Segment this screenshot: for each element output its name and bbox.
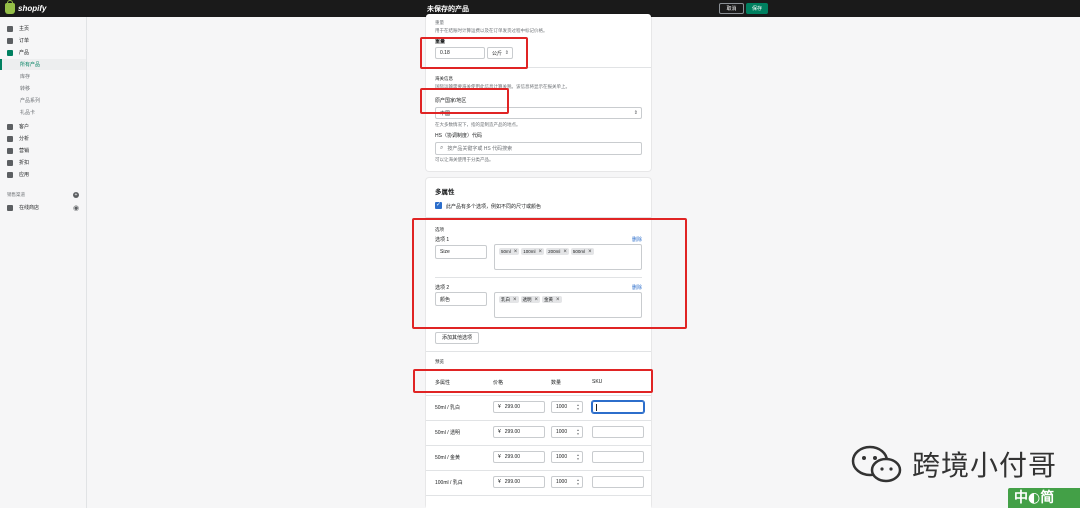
quantity-stepper[interactable]: 1000 ▴ ▾ — [551, 426, 583, 438]
apps-icon — [7, 171, 13, 178]
highlight-box — [420, 88, 509, 114]
table-row: 50ml / 乳白 ¥299.00 1000 ▴ ▾ — [426, 395, 651, 420]
shopify-bag-icon — [5, 0, 15, 14]
variants-heading: 多属性 — [435, 189, 455, 196]
table-row: 50ml / 金黄 ¥299.00 1000 ▴ ▾ — [426, 445, 651, 470]
sidebar-item-products[interactable]: 产品 — [0, 47, 86, 58]
select-arrow-icon: ⇕ — [633, 110, 638, 116]
sku-input[interactable] — [592, 426, 644, 438]
sidebar-item-discounts[interactable]: 折扣 — [0, 157, 86, 168]
hs-help: 可以让海关使用于分类产品。 — [435, 157, 494, 162]
sidebar-item-customers[interactable]: 客户 — [0, 121, 86, 132]
watermark: 跨境小付哥 — [848, 444, 1057, 484]
sidebar: 主页 订单 产品 所有产品 库存 转移 产品系列 礼品卡 客户 分析 营销 折扣… — [0, 17, 87, 508]
search-icon: ⌕ — [440, 145, 444, 151]
watermark-text: 跨境小付哥 — [912, 449, 1058, 482]
customer-icon — [7, 123, 13, 130]
weight-heading: 重量 — [435, 20, 444, 25]
stepper-arrows-icon[interactable]: ▴ ▾ — [575, 453, 581, 461]
eye-icon[interactable]: ◉ — [73, 204, 79, 212]
discard-button[interactable]: 取消 — [719, 3, 744, 14]
sidebar-item-marketing[interactable]: 营销 — [0, 145, 86, 156]
price-input[interactable]: ¥299.00 — [493, 451, 545, 463]
multi-options-checkbox[interactable]: ✓ — [435, 202, 442, 209]
price-input[interactable]: ¥299.00 — [493, 476, 545, 488]
add-channel-icon[interactable]: + — [73, 192, 79, 198]
stepper-arrows-icon[interactable]: ▴ ▾ — [575, 428, 581, 436]
brand-name: shopify — [18, 4, 47, 13]
sku-input[interactable] — [592, 451, 644, 463]
quantity-stepper[interactable]: 1000 ▴ ▾ — [551, 401, 583, 413]
sidebar-item-transfers[interactable]: 转移 — [0, 83, 86, 94]
text-cursor — [596, 404, 597, 411]
hs-search-input[interactable]: ⌕ 按产品关键字或 HS 代码搜索 — [435, 142, 642, 155]
customs-heading: 海关信息 — [435, 76, 453, 81]
quantity-stepper[interactable]: 1000 ▴ ▾ — [551, 476, 583, 488]
price-input[interactable]: ¥299.00 — [493, 426, 545, 438]
sidebar-item-all-products[interactable]: 所有产品 — [0, 59, 86, 70]
orders-icon — [7, 37, 13, 44]
sales-channels-heading: 销售渠道 — [7, 192, 25, 197]
sku-input[interactable] — [592, 401, 644, 413]
sidebar-item-collections[interactable]: 产品系列 — [0, 95, 86, 106]
save-button[interactable]: 保存 — [746, 3, 768, 14]
sidebar-item-orders[interactable]: 订单 — [0, 35, 86, 46]
hs-label: HS（协调制度）代码 — [435, 133, 482, 139]
highlight-box — [420, 37, 528, 69]
price-input[interactable]: ¥299.00 — [493, 401, 545, 413]
highlight-box — [412, 218, 687, 329]
discount-icon — [7, 159, 13, 166]
sidebar-item-analytics[interactable]: 分析 — [0, 133, 86, 144]
sku-input[interactable] — [592, 476, 644, 488]
stepper-arrows-icon[interactable]: ▴ ▾ — [575, 403, 581, 411]
table-row — [426, 495, 651, 508]
home-icon — [7, 25, 13, 32]
highlight-box — [413, 369, 653, 393]
marketing-icon — [7, 147, 13, 154]
add-option-button[interactable]: 添加其他选项 — [435, 332, 479, 344]
table-row: 50ml / 透明 ¥299.00 1000 ▴ ▾ — [426, 420, 651, 445]
sidebar-item-home[interactable]: 主页 — [0, 23, 86, 34]
sidebar-item-gift-cards[interactable]: 礼品卡 — [0, 107, 86, 118]
quantity-stepper[interactable]: 1000 ▴ ▾ — [551, 451, 583, 463]
preview-heading: 预览 — [435, 359, 444, 364]
wechat-icon — [851, 445, 902, 483]
multi-options-label: 此产品有多个选项，例如不同的尺寸或颜色 — [446, 204, 542, 210]
sidebar-item-inventory[interactable]: 库存 — [0, 71, 86, 82]
section-divider — [426, 351, 651, 352]
tag-icon — [7, 49, 13, 56]
stepper-arrows-icon[interactable]: ▴ ▾ — [575, 478, 581, 486]
analytics-icon — [7, 135, 13, 142]
ime-toolbar[interactable]: 中◐简 — [1008, 488, 1080, 508]
weight-description: 用于在结账时计算运费以及在订单发货过程中标记价格。 — [435, 28, 548, 33]
country-help: 在大多数情况下，指的是制造产品的地点。 — [435, 122, 521, 127]
table-row: 100ml / 乳白 ¥299.00 1000 ▴ ▾ — [426, 470, 651, 495]
store-icon — [7, 204, 13, 211]
sidebar-item-apps[interactable]: 应用 — [0, 169, 86, 180]
shopify-logo[interactable]: shopify — [5, 0, 47, 14]
page-title: 未保存的产品 — [427, 6, 469, 13]
